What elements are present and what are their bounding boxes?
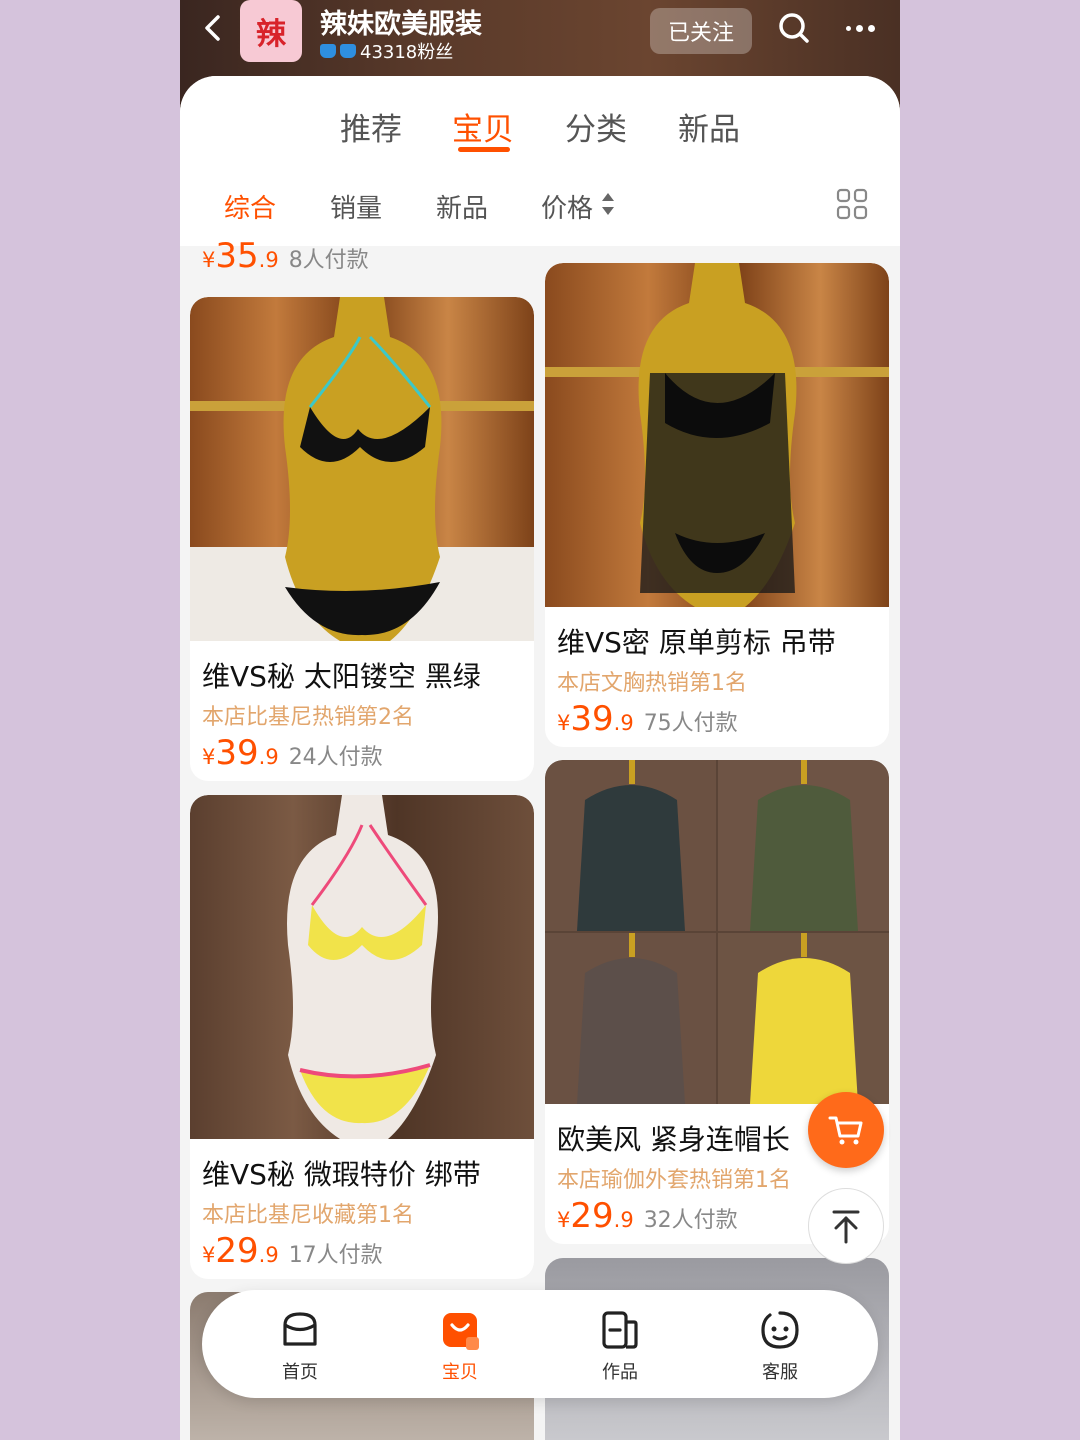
tab-categories[interactable]: 分类 — [565, 104, 627, 149]
grid-layout-icon[interactable] — [836, 188, 868, 220]
tab-recommend[interactable]: 推荐 — [340, 104, 402, 149]
product-price: ¥ 39 .9 24人付款 — [202, 733, 383, 773]
search-icon[interactable] — [776, 10, 812, 46]
shopping-bag-icon — [443, 1313, 479, 1350]
active-tab-indicator — [458, 147, 510, 152]
product-price: ¥ 29 .9 17人付款 — [202, 1231, 383, 1271]
cart-button[interactable] — [808, 1092, 884, 1168]
product-title[interactable]: 欧美风 紧身连帽长 — [557, 1118, 790, 1158]
nav-works[interactable]: 作品 — [580, 1308, 660, 1384]
tab-items[interactable]: 宝贝 — [452, 104, 514, 149]
shop-avatar-text: 辣 — [256, 17, 286, 52]
shop-home-icon — [283, 1312, 317, 1346]
partial-item-price: ¥ 35 .9 8人付款 — [202, 236, 369, 276]
shop-fans: 43318粉丝 — [320, 38, 453, 64]
sort-price[interactable]: 价格 — [541, 188, 593, 225]
product-rank: 本店瑜伽外套热销第1名 — [557, 1168, 791, 1193]
bottom-nav: 首页 宝贝 作品 客服 — [202, 1290, 878, 1398]
product-title[interactable]: 维VS秘 太阳镂空 黑绿 — [202, 655, 481, 695]
product-price: ¥ 29 .9 32人付款 — [557, 1196, 738, 1236]
customer-service-icon — [761, 1311, 799, 1349]
sort-sales[interactable]: 销量 — [330, 188, 382, 225]
product-title[interactable]: 维VS秘 微瑕特价 绑带 — [202, 1153, 481, 1193]
product-image[interactable] — [190, 795, 534, 1139]
back-to-top-button[interactable] — [808, 1188, 884, 1264]
crown-icon — [320, 44, 336, 58]
product-image[interactable] — [545, 760, 889, 1104]
sort-new[interactable]: 新品 — [436, 188, 488, 225]
tabs-bar: 推荐 宝贝 分类 新品 综合 销量 新品 价格 — [180, 76, 900, 246]
product-image[interactable] — [190, 297, 534, 641]
product-card[interactable]: 维VS密 原单剪标 吊带 本店文胸热销第1名 ¥ 39 .9 75人付款 — [545, 263, 889, 747]
nav-service[interactable]: 客服 — [740, 1308, 820, 1384]
product-card[interactable]: 欧美风 紧身连帽长 本店瑜伽外套热销第1名 ¥ 29 .9 32人付款 — [545, 760, 889, 1244]
works-icon — [602, 1311, 638, 1349]
nav-items[interactable]: 宝贝 — [420, 1308, 500, 1384]
shop-name[interactable]: 辣妹欧美服装 — [320, 2, 482, 41]
product-rank: 本店比基尼收藏第1名 — [202, 1203, 414, 1228]
product-rank: 本店文胸热销第1名 — [557, 671, 747, 696]
content-panel: 推荐 宝贝 分类 新品 综合 销量 新品 价格 ¥ 35 .9 8人付款 维VS… — [180, 76, 900, 1440]
arrow-up-icon — [832, 1210, 860, 1244]
product-rank: 本店比基尼热销第2名 — [202, 705, 414, 730]
crown-icon — [340, 44, 356, 58]
phone-screen: 辣 辣妹欧美服装 43318粉丝 已关注 推荐 宝贝 分类 新品 综合 销量 新… — [180, 0, 900, 1440]
product-title[interactable]: 维VS密 原单剪标 吊带 — [557, 621, 836, 661]
nav-home[interactable]: 首页 — [260, 1308, 340, 1384]
product-image[interactable] — [545, 263, 889, 607]
back-arrow-icon[interactable] — [198, 12, 230, 44]
sort-arrows-icon[interactable] — [600, 190, 616, 218]
more-icon[interactable] — [846, 16, 882, 40]
product-price: ¥ 39 .9 75人付款 — [557, 699, 738, 739]
cart-icon — [828, 1116, 863, 1145]
follow-button[interactable]: 已关注 — [650, 8, 752, 54]
product-card[interactable]: 维VS秘 微瑕特价 绑带 本店比基尼收藏第1名 ¥ 29 .9 17人付款 — [190, 795, 534, 1279]
sort-comprehensive[interactable]: 综合 — [224, 188, 276, 225]
product-card[interactable]: 维VS秘 太阳镂空 黑绿 本店比基尼热销第2名 ¥ 39 .9 24人付款 — [190, 297, 534, 781]
tab-new[interactable]: 新品 — [678, 104, 740, 149]
fans-count: 43318粉丝 — [360, 42, 454, 63]
shop-avatar[interactable]: 辣 — [240, 0, 302, 62]
